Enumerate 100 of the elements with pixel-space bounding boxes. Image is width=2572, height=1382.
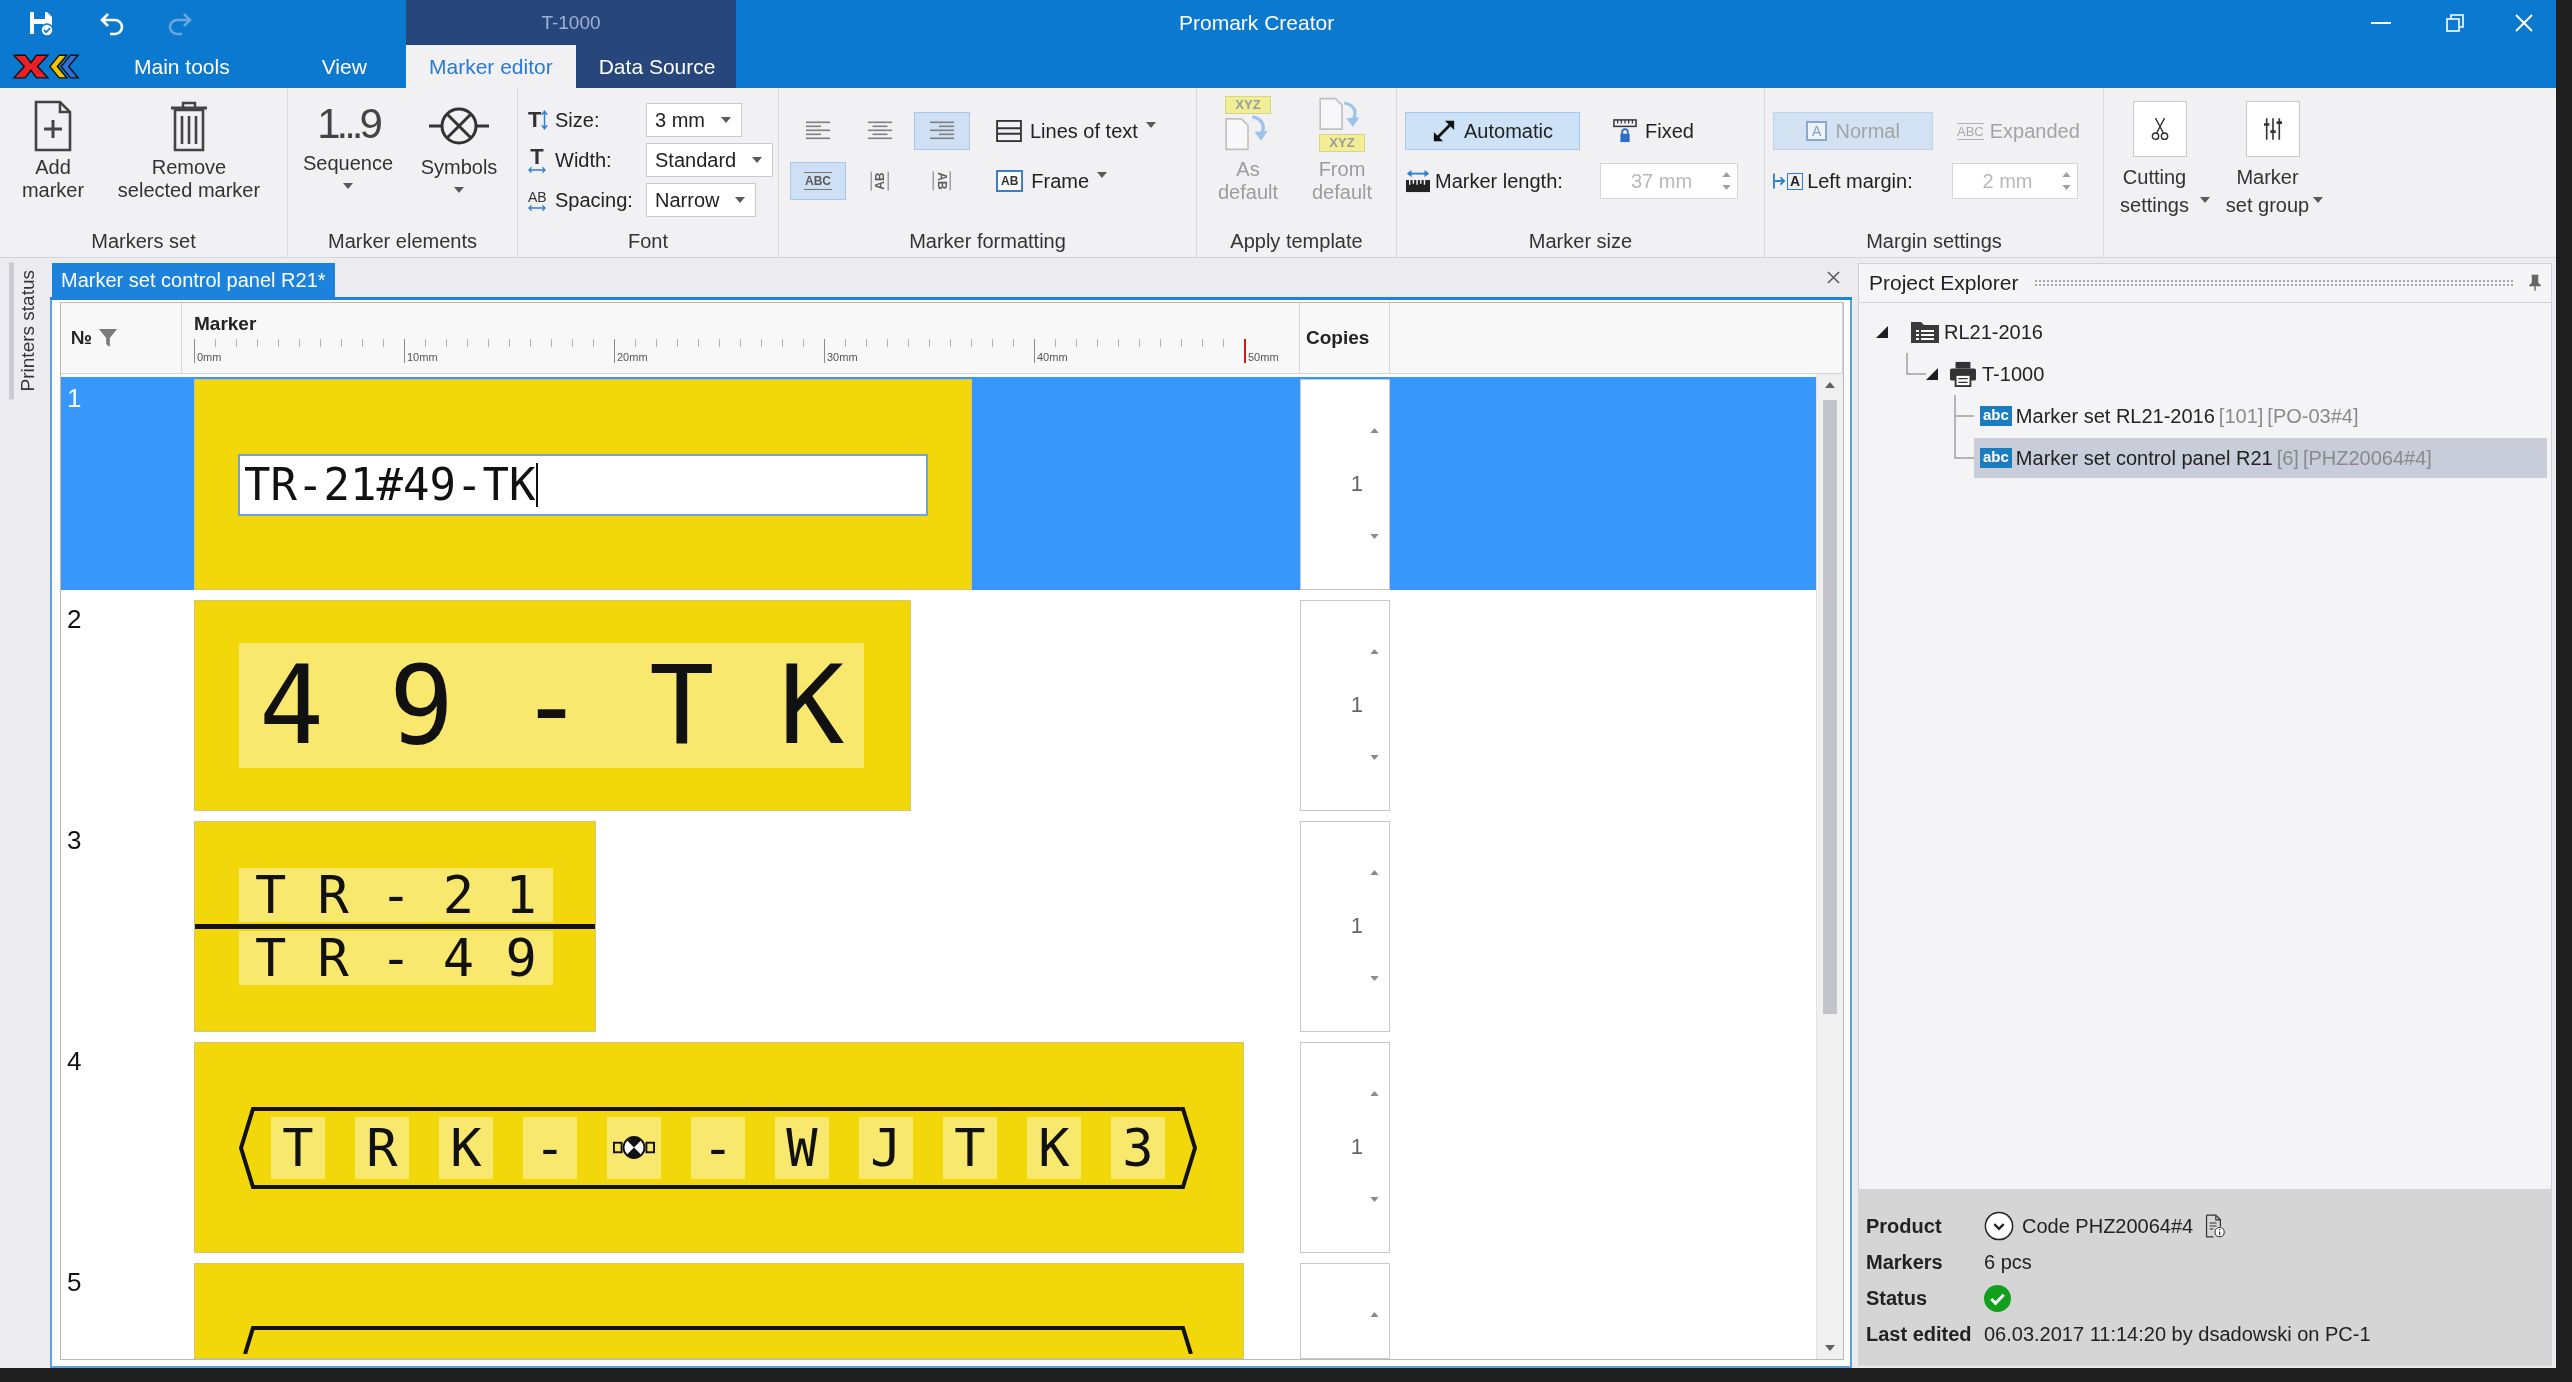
pin-icon[interactable] [2529,274,2541,292]
ruler-lock-icon [1613,119,1637,143]
ribbon-tab[interactable]: Main tools [110,45,254,88]
ribbon-tab[interactable]: Data Source [575,45,739,88]
marker-text-field[interactable]: TR-21#49-TK [238,453,928,516]
copies-spinner[interactable]: 1 [1300,600,1390,811]
decrement-arrow-icon[interactable] [1370,755,1379,760]
scroll-down-icon[interactable] [1825,1345,1835,1351]
marker-label[interactable] [194,1263,1244,1359]
ribbon-tab[interactable]: View [297,45,391,88]
symbols-button[interactable]: Symbols [414,88,504,226]
scroll-up-icon[interactable] [1825,382,1835,388]
copies-spinner[interactable]: 1 [1300,379,1390,590]
caret-icon [2199,197,2210,203]
alignment-button[interactable] [914,112,970,150]
scrollbar[interactable] [1816,374,1843,1359]
remove-marker-button[interactable]: Remove selected marker [115,88,263,226]
increment-arrow-icon[interactable] [1370,1091,1379,1096]
marker-character: T [271,1116,325,1179]
increment-arrow-icon[interactable] [1370,1312,1379,1317]
decrement-arrow-icon[interactable] [1370,976,1379,981]
sequence-button[interactable]: 1...9 Sequence [298,88,398,226]
increment-arrow-icon[interactable] [1370,649,1379,654]
document-tab[interactable]: Marker set control panel R21* [52,263,335,297]
caret-icon [1097,172,1108,178]
save-icon[interactable] [28,9,54,36]
row-number: 2 [67,604,82,634]
decrement-arrow-icon[interactable] [1370,534,1379,539]
restore-icon[interactable] [2446,13,2464,32]
group-title: Marker formatting [909,230,1066,253]
settings-button[interactable]: Cutting settings [2112,88,2208,257]
marker-text: 4 9 - T K [239,643,865,768]
marker-label[interactable]: 4 9 - T K [194,600,912,811]
row-number: 5 [67,1267,82,1297]
row-number: 1 [67,383,82,413]
filter-icon[interactable] [98,328,119,348]
marker-label[interactable]: T R K - - W J T K 3 [194,1042,1244,1253]
increment-arrow-icon[interactable] [1370,870,1379,875]
marker-label[interactable]: TR-21#49-TK [194,379,972,590]
ruler-label: 10mm [406,351,438,363]
settings-button[interactable]: Marker set group [2225,88,2321,257]
marker-character: K [1027,1116,1081,1179]
marker-set-icon: abc [1980,448,2012,468]
side-tab[interactable]: Printers status [8,262,42,400]
frame-icon: AB [996,170,1024,192]
size-mode-button[interactable]: Fixed [1600,112,1707,150]
ribbon-tab[interactable]: Marker editor [406,45,576,88]
minimize-icon[interactable] [2371,21,2391,24]
decrement-arrow-icon[interactable] [1370,1197,1379,1202]
add-file-icon [33,100,73,152]
document-info-icon[interactable] [2205,1214,2226,1238]
row-number: 3 [67,825,82,855]
dropdown-circle-icon[interactable] [1984,1211,2014,1241]
marker-row[interactable]: 1 TR-21#49-TK 1 [61,377,1816,590]
copies-spinner[interactable]: 1 [1300,821,1390,1032]
marker-row[interactable]: 5 [61,1261,1816,1359]
marker-row[interactable]: 4 T R K - - W J T K 3 1 [61,1040,1816,1253]
detail-label: Status [1866,1286,1929,1310]
expander-icon[interactable] [1876,326,1888,338]
caret-icon [343,183,353,189]
tree-item[interactable]: abc Marker set control panel R21 [6] [PHZ20064#4] [1974,438,2547,478]
copies-spinner[interactable]: 1 [1300,1042,1390,1253]
ruler-label: 30mm [826,351,858,363]
marker-label[interactable]: T R - 2 1 T R - 4 9 [194,821,596,1032]
size-mode-button[interactable]: Automatic [1405,112,1580,150]
caret-icon [1145,122,1156,128]
column-header[interactable]: Marker [194,313,257,335]
scrollbar-thumb[interactable] [1823,400,1837,1014]
marker-character: T [943,1116,997,1179]
frame-button[interactable]: AB Frame [990,162,1162,200]
text-orientation-button[interactable]: ABC [790,162,846,200]
expander-icon[interactable] [1926,368,1938,380]
tree-item[interactable]: abc Marker set RL21-2016 [101] [PO-03#4] [1974,396,2547,436]
marker-text: T R - 2 1 [239,868,553,922]
text-orientation-button[interactable]: AB [914,162,970,200]
detail-label: Markers [1866,1250,1944,1274]
tree-item[interactable]: RL21-2016 [1904,312,2547,352]
marker-row[interactable]: 3 T R - 2 1 T R - 4 9 1 [61,819,1816,1032]
dropdown[interactable]: 3 mm [646,103,742,137]
row-number: 4 [67,1046,82,1076]
folder-list-icon [1910,319,1940,345]
close-icon[interactable] [1827,271,1840,284]
crossed-circle-icon [429,106,489,146]
normal-width-icon: A [1806,121,1828,141]
diagonal-arrows-icon [1432,119,1457,143]
dropdown[interactable]: Narrow [646,183,757,217]
detail-label: Last edited [1866,1322,1973,1346]
marker-row[interactable]: 2 4 9 - T K 1 [61,598,1816,811]
column-header[interactable]: № [71,327,93,349]
marker-text: T R - 4 9 [239,931,553,985]
add-marker-button[interactable]: Add marker [13,88,93,226]
marker-character: - [523,1116,577,1179]
dropdown[interactable]: Standard [646,143,774,177]
lines-of-text-button[interactable]: Lines of text [990,112,1162,150]
column-header[interactable]: Copies [1306,327,1370,349]
scissors-icon [2133,101,2187,157]
tree-item[interactable]: T-1000 [1942,354,2547,394]
detail-value: 6 pcs [1984,1250,2032,1274]
increment-arrow-icon[interactable] [1370,428,1379,433]
text-orientation-button[interactable]: AB [852,162,908,200]
